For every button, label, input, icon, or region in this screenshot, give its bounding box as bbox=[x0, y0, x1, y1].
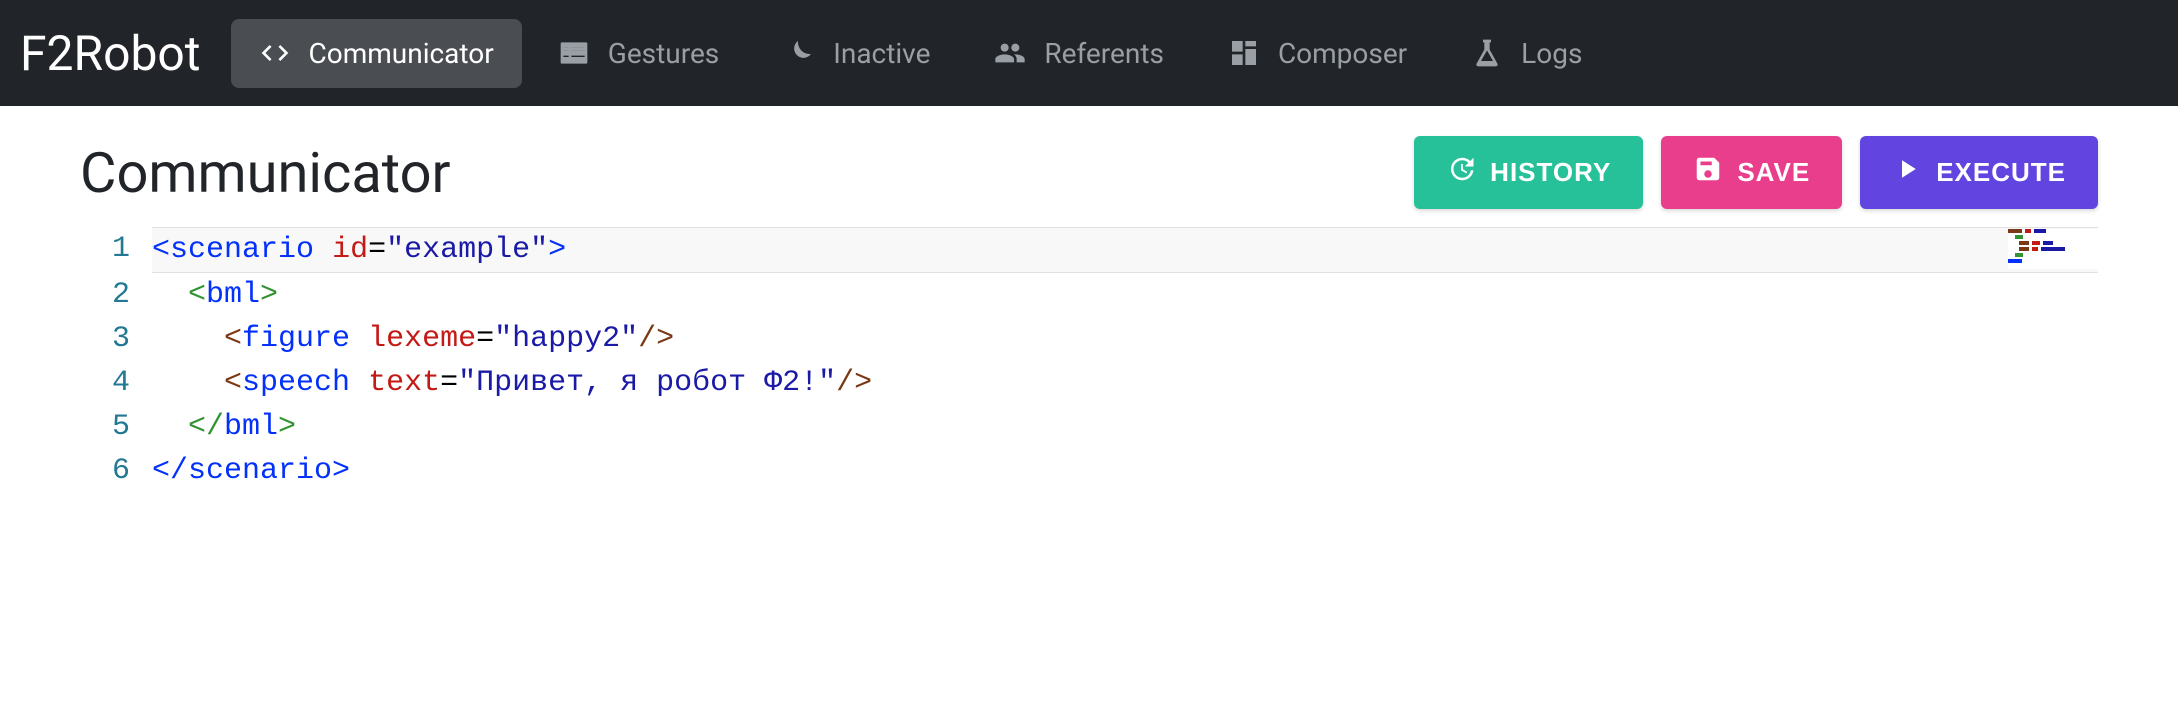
list-icon bbox=[558, 37, 590, 69]
action-buttons: HISTORY SAVE EXECUTE bbox=[1414, 136, 2098, 209]
nav-item-inactive[interactable]: Inactive bbox=[755, 19, 958, 88]
code-line[interactable]: 1<scenario id="example"> bbox=[100, 227, 2098, 273]
line-number: 5 bbox=[100, 405, 152, 449]
brand-title[interactable]: F2Robot bbox=[20, 15, 201, 92]
execute-label: EXECUTE bbox=[1936, 157, 2066, 188]
grid-icon bbox=[1228, 37, 1260, 69]
line-number: 2 bbox=[100, 273, 152, 317]
nav-label: Composer bbox=[1278, 37, 1407, 70]
nav-label: Logs bbox=[1521, 37, 1582, 70]
nav-item-composer[interactable]: Composer bbox=[1200, 19, 1435, 88]
line-number: 6 bbox=[100, 449, 152, 493]
history-button[interactable]: HISTORY bbox=[1414, 136, 1643, 209]
page-title: Communicator bbox=[80, 140, 450, 206]
code-line[interactable]: 2 <bml> bbox=[100, 273, 2098, 317]
nav-item-communicator[interactable]: Communicator bbox=[231, 19, 522, 88]
nav-label: Referents bbox=[1044, 37, 1164, 70]
code-content[interactable]: <speech text="Привет, я робот Ф2!"/> bbox=[152, 361, 2098, 405]
line-number: 3 bbox=[100, 317, 152, 361]
header-row: Communicator HISTORY SAVE EXECUTE bbox=[80, 136, 2098, 209]
code-line[interactable]: 6</scenario> bbox=[100, 449, 2098, 493]
code-lines[interactable]: 1<scenario id="example">2 <bml>3 <figure… bbox=[100, 227, 2098, 493]
code-content[interactable]: </bml> bbox=[152, 405, 2098, 449]
history-icon bbox=[1446, 154, 1476, 191]
code-icon bbox=[259, 37, 291, 69]
save-label: SAVE bbox=[1737, 157, 1810, 188]
minimap[interactable] bbox=[2008, 229, 2098, 269]
code-editor[interactable]: 1<scenario id="example">2 <bml>3 <figure… bbox=[100, 227, 2098, 493]
flask-icon bbox=[1471, 37, 1503, 69]
navbar: F2Robot Communicator Gestures Inactive Refe… bbox=[0, 0, 2178, 106]
save-icon bbox=[1693, 154, 1723, 191]
nav-item-referents[interactable]: Referents bbox=[966, 19, 1192, 88]
nav-label: Gestures bbox=[608, 37, 720, 70]
nav-item-gestures[interactable]: Gestures bbox=[530, 19, 748, 88]
code-content[interactable]: </scenario> bbox=[152, 449, 2098, 493]
play-icon bbox=[1892, 154, 1922, 191]
nav-item-logs[interactable]: Logs bbox=[1443, 19, 1610, 88]
code-line[interactable]: 3 <figure lexeme="happy2"/> bbox=[100, 317, 2098, 361]
history-label: HISTORY bbox=[1490, 157, 1611, 188]
nav-label: Inactive bbox=[833, 37, 930, 70]
nav-label: Communicator bbox=[309, 37, 494, 70]
code-content[interactable]: <scenario id="example"> bbox=[152, 227, 2098, 273]
save-button[interactable]: SAVE bbox=[1661, 136, 1842, 209]
moon-icon bbox=[783, 37, 815, 69]
code-line[interactable]: 5 </bml> bbox=[100, 405, 2098, 449]
line-number: 4 bbox=[100, 361, 152, 405]
execute-button[interactable]: EXECUTE bbox=[1860, 136, 2098, 209]
line-number: 1 bbox=[100, 227, 152, 273]
code-content[interactable]: <bml> bbox=[152, 273, 2098, 317]
users-icon bbox=[994, 37, 1026, 69]
nav-items: Communicator Gestures Inactive Referents Com… bbox=[231, 19, 1611, 88]
code-line[interactable]: 4 <speech text="Привет, я робот Ф2!"/> bbox=[100, 361, 2098, 405]
main-content: Communicator HISTORY SAVE EXECUTE bbox=[0, 106, 2178, 523]
code-content[interactable]: <figure lexeme="happy2"/> bbox=[152, 317, 2098, 361]
